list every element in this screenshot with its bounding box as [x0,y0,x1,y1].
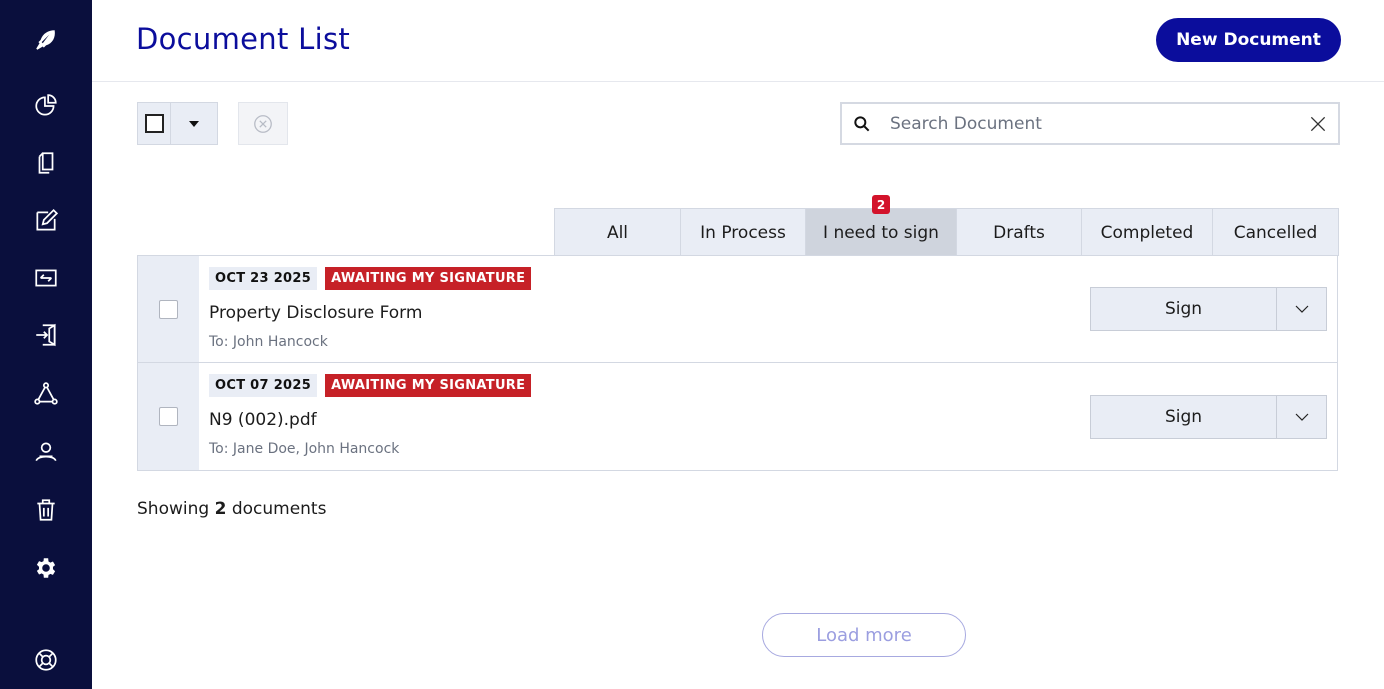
tab-label: All [606,222,629,243]
count-badge: 2 [872,195,890,214]
transfer-icon[interactable] [30,262,62,294]
result-count: Showing 2 documents [137,499,326,519]
feather-logo-icon[interactable] [30,24,62,56]
search-icon [842,114,882,134]
documents-icon[interactable] [30,147,62,179]
row-body: OCT 07 2025 AWAITING MY SIGNATURE N9 (00… [199,363,1337,470]
chevron-down-icon [1295,305,1308,313]
tab-label: I need to sign [823,222,939,243]
tab-completed[interactable]: Completed [1082,209,1213,256]
recipients: To: John Hancock [209,334,1337,350]
checkbox-square [144,114,164,133]
sign-button[interactable]: Sign [1091,396,1277,438]
showing-count: 2 [214,499,227,519]
search-input[interactable] [882,113,1298,134]
tab-drafts[interactable]: Drafts [957,209,1082,256]
row-checkbox[interactable] [159,407,178,426]
showing-suffix: documents [231,499,327,519]
page-title: Document List [136,22,351,56]
cancel-selected-button[interactable] [238,102,288,145]
tab-all[interactable]: All [555,209,681,256]
tab-label: Drafts [993,222,1045,243]
pie-chart-icon[interactable] [30,90,62,122]
row-checkbox-cell[interactable] [138,256,199,362]
tab-label: Cancelled [1233,222,1318,243]
showing-prefix: Showing [137,499,210,519]
recipient-name: John Hancock [304,441,400,457]
recipients-prefix: To: [209,441,229,457]
recipients: To: Jane Doe, John Hancock [209,441,400,457]
status-badge: AWAITING MY SIGNATURE [325,374,532,397]
gear-icon[interactable] [30,552,62,584]
tab-label: Completed [1100,222,1194,243]
table-row: OCT 23 2025 AWAITING MY SIGNATURE Proper… [138,256,1337,363]
tab-label: In Process [700,222,786,243]
status-badge: AWAITING MY SIGNATURE [325,267,532,290]
more-actions-button[interactable] [1277,396,1326,438]
edit-icon[interactable] [30,205,62,237]
load-more-button[interactable]: Load more [762,613,966,657]
sidebar [0,0,92,689]
search-box [840,102,1340,145]
table-row: OCT 07 2025 AWAITING MY SIGNATURE N9 (00… [138,363,1337,470]
date-badge: OCT 23 2025 [209,267,318,290]
row-checkbox-cell[interactable] [138,363,199,470]
workflow-icon[interactable] [30,378,62,410]
tab-cancelled[interactable]: Cancelled [1213,209,1338,256]
row-checkbox[interactable] [159,299,178,319]
sign-in-icon[interactable] [30,319,62,351]
bulk-select-control [137,102,218,145]
sign-button[interactable]: Sign [1091,288,1277,330]
contacts-icon[interactable] [30,436,62,468]
help-lifebuoy-icon[interactable] [30,644,62,676]
date-badge: OCT 07 2025 [209,374,318,397]
more-actions-button[interactable] [1277,288,1326,330]
new-document-button[interactable]: New Document [1156,18,1341,62]
circle-x-icon [254,114,272,133]
tab-in-process[interactable]: In Process [681,209,806,256]
row-actions: Sign [1090,287,1327,331]
recipient-name: John Hancock [232,334,328,350]
status-tabs: All In Process 2 I need to sign Drafts C… [554,195,1339,256]
row-actions: Sign [1090,395,1327,439]
row-body: OCT 23 2025 AWAITING MY SIGNATURE Proper… [199,256,1337,362]
page-header: Document List New Document [92,0,1384,82]
tab-i-need-to-sign[interactable]: 2 I need to sign [806,195,957,256]
document-table: OCT 23 2025 AWAITING MY SIGNATURE Proper… [137,255,1338,471]
chevron-down-icon [1295,413,1308,421]
trash-icon[interactable] [30,494,62,526]
clear-search-icon[interactable] [1298,114,1338,134]
select-all-checkbox[interactable] [138,103,171,144]
recipient-name: Jane Doe [232,441,296,457]
recipients-prefix: To: [209,334,229,350]
select-options-dropdown[interactable] [171,103,217,144]
caret-down-icon [189,120,199,127]
